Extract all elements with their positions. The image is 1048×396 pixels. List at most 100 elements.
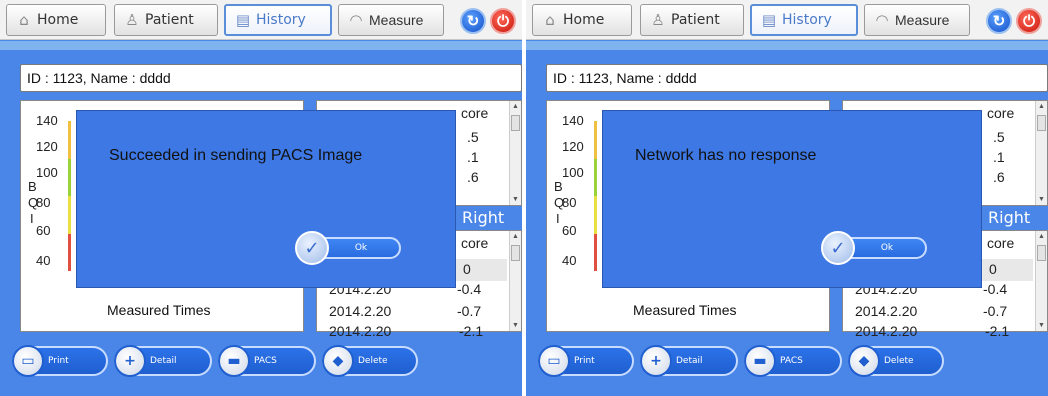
pacs-button[interactable]: ▬ PACS <box>218 345 316 377</box>
scroll-down-icon: ▼ <box>1038 322 1045 329</box>
y-axis-label: B <box>28 179 37 194</box>
y-tick: 40 <box>562 253 577 268</box>
list-value: .5 <box>467 129 479 145</box>
tab-measure[interactable]: ◠ Measure <box>864 4 970 36</box>
scrollbar[interactable]: ▲ ▼ <box>509 101 521 205</box>
home-icon: ⌂ <box>545 11 555 29</box>
ok-label: Ok <box>880 243 894 253</box>
list-value: 0 <box>463 261 471 277</box>
scroll-up-icon: ▲ <box>512 233 519 240</box>
list-value: .6 <box>467 169 479 185</box>
history-screen-left: ⌂ Home ♙ Patient ▤ History ◠ Measure ↻ ⏻… <box>0 0 522 396</box>
eraser-icon: ◆ <box>848 345 880 377</box>
y-axis-label: Q <box>554 195 565 210</box>
refresh-icon: ↻ <box>992 13 1006 30</box>
tab-measure-label: Measure <box>369 12 424 28</box>
y-tick: 120 <box>36 139 58 154</box>
dialog-message: Network has no response <box>635 147 817 164</box>
y-axis-label: I <box>30 211 34 226</box>
y-axis-color-bar <box>594 121 597 271</box>
patient-icon: ♙ <box>651 11 665 29</box>
y-tick: 80 <box>36 195 51 210</box>
message-dialog: Succeeded in sending PACS Image ✓ Ok <box>76 110 456 288</box>
tab-history[interactable]: ▤ History <box>750 4 858 36</box>
list-header-score: core <box>461 105 489 121</box>
scrollbar[interactable]: ▲ ▼ <box>509 231 521 331</box>
power-button[interactable]: ⏻ <box>490 8 516 34</box>
print-label: Print <box>48 356 69 366</box>
y-tick: 40 <box>36 253 51 268</box>
tab-measure[interactable]: ◠ Measure <box>338 4 444 36</box>
scroll-thumb[interactable] <box>1037 245 1046 261</box>
list-date: 2014.2.20 <box>855 323 918 339</box>
detail-button[interactable]: + Detail <box>640 345 738 377</box>
scrollbar[interactable]: ▲ ▼ <box>1035 231 1047 331</box>
tab-history[interactable]: ▤ History <box>224 4 332 36</box>
tab-home[interactable]: ⌂ Home <box>6 4 106 36</box>
header-stripe <box>0 41 522 50</box>
scroll-up-icon: ▲ <box>1038 103 1045 110</box>
scroll-up-icon: ▲ <box>1038 233 1045 240</box>
scroll-thumb[interactable] <box>511 245 520 261</box>
list-value: -2.1 <box>985 323 1010 339</box>
y-axis-label: I <box>556 211 560 226</box>
pacs-button[interactable]: ▬ PACS <box>744 345 842 377</box>
y-tick: 80 <box>562 195 577 210</box>
print-button[interactable]: ▭ Print <box>12 345 108 377</box>
document-icon: ▤ <box>235 11 251 29</box>
y-tick: 100 <box>36 165 58 180</box>
patient-id-field: ID : 1123, Name : dddd <box>20 64 522 92</box>
ok-label: Ok <box>354 243 368 253</box>
tab-history-label: History <box>782 12 832 28</box>
detail-button[interactable]: + Detail <box>114 345 212 377</box>
scroll-thumb[interactable] <box>511 115 520 131</box>
message-dialog: Network has no response ✓ Ok <box>602 110 982 288</box>
check-icon: ✓ <box>821 231 855 265</box>
ok-button[interactable]: ✓ Ok <box>295 231 401 265</box>
printer-icon: ▭ <box>538 345 570 377</box>
document-icon: ▤ <box>761 11 777 29</box>
tab-home[interactable]: ⌂ Home <box>532 4 632 36</box>
delete-label: Delete <box>358 356 388 366</box>
pacs-label: PACS <box>780 356 803 366</box>
x-axis-label: Measured Times <box>107 302 211 318</box>
y-tick: 120 <box>562 139 584 154</box>
list-value: -0.4 <box>457 281 482 297</box>
list-header-score: core <box>987 235 1015 251</box>
patient-icon: ♙ <box>125 11 139 29</box>
tab-home-label: Home <box>37 12 79 28</box>
tab-patient-label: Patient <box>145 12 194 28</box>
tab-patient[interactable]: ♙ Patient <box>640 4 744 36</box>
delete-button[interactable]: ◆ Delete <box>848 345 944 377</box>
delete-button[interactable]: ◆ Delete <box>322 345 418 377</box>
eraser-icon: ◆ <box>322 345 354 377</box>
x-axis-label: Measured Times <box>633 302 737 318</box>
list-header-score: core <box>987 105 1015 121</box>
y-axis-color-bar <box>68 121 71 271</box>
list-value: .5 <box>993 129 1005 145</box>
y-tick: 60 <box>562 223 577 238</box>
list-value: -0.7 <box>457 303 482 319</box>
scroll-down-icon: ▼ <box>512 196 519 203</box>
power-icon: ⏻ <box>1023 12 1035 30</box>
print-label: Print <box>574 356 595 366</box>
power-button[interactable]: ⏻ <box>1016 8 1042 34</box>
scrollbar[interactable]: ▲ ▼ <box>1035 101 1047 205</box>
list-date: 2014.2.20 <box>329 323 392 339</box>
patient-id-field: ID : 1123, Name : dddd <box>546 64 1048 92</box>
refresh-button[interactable]: ↻ <box>986 8 1012 34</box>
tab-patient[interactable]: ♙ Patient <box>114 4 218 36</box>
ok-button[interactable]: ✓ Ok <box>821 231 927 265</box>
print-button[interactable]: ▭ Print <box>538 345 634 377</box>
pacs-label: PACS <box>254 356 277 366</box>
check-icon: ✓ <box>295 231 329 265</box>
history-screen-right: ⌂ Home ♙ Patient ▤ History ◠ Measure ↻ ⏻… <box>526 0 1048 396</box>
signal-icon: ◠ <box>349 12 363 29</box>
list-date: 2014.2.20 <box>329 303 392 319</box>
scroll-thumb[interactable] <box>1037 115 1046 131</box>
refresh-button[interactable]: ↻ <box>460 8 486 34</box>
list-value: 0 <box>989 261 997 277</box>
header-stripe <box>526 41 1048 50</box>
y-tick: 60 <box>36 223 51 238</box>
tab-home-label: Home <box>563 12 605 28</box>
